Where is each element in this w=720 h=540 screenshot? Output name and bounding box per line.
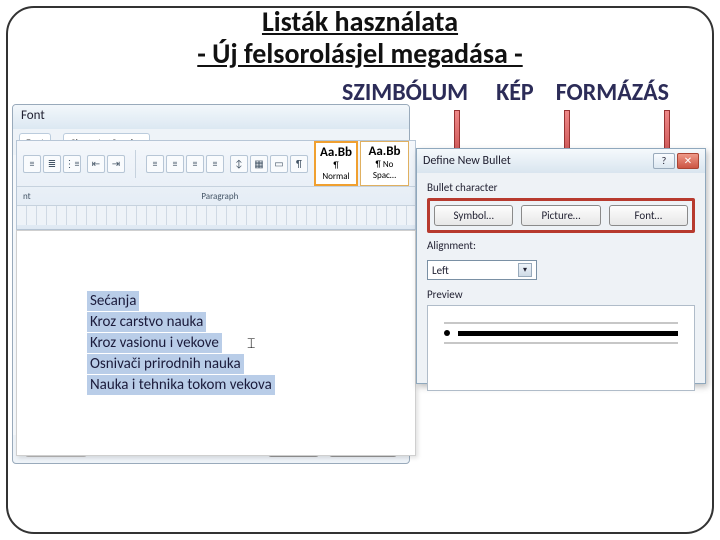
chevron-down-icon: ▾ [518, 263, 532, 277]
list-item[interactable]: Osnivači prirodnih nauka [87, 354, 244, 374]
indent-decrease-icon[interactable]: ⇤ [87, 155, 105, 173]
document-page[interactable]: Sećanja Kroz carstvo nauka Kroz vasionu … [16, 230, 416, 456]
ruler[interactable] [17, 205, 415, 225]
line-spacing-icon[interactable]: ↕ [230, 155, 248, 173]
font-dialog-title: Font [13, 105, 409, 129]
multilevel-icon[interactable]: ⋮≡ [63, 155, 81, 173]
group-paragraph-label: Paragraph [201, 191, 238, 202]
style-normal[interactable]: Aa.Bb ¶ Normal [314, 141, 358, 186]
group-font-label: nt [23, 191, 31, 202]
list-item[interactable]: Nauka i tehnika tokom vekova [87, 375, 275, 395]
label-symbol: SZIMBÓLUM [342, 78, 468, 107]
alignment-select[interactable]: Left ▾ [427, 260, 537, 280]
text-cursor-icon: ⌶ [247, 335, 255, 352]
style-no-spacing[interactable]: Aa.Bb ¶ No Spac… [360, 141, 409, 186]
align-center-icon[interactable]: ≡ [166, 155, 184, 173]
list-item[interactable]: Kroz vasionu i vekove [87, 333, 222, 353]
bullets-icon[interactable]: ≡ [23, 155, 41, 173]
bullet-character-label: Bullet character [427, 181, 695, 194]
show-marks-icon[interactable]: ¶ [290, 155, 308, 173]
indent-increase-icon[interactable]: ⇥ [107, 155, 125, 173]
dialog-title: Define New Bullet [423, 154, 511, 168]
help-icon[interactable]: ? [653, 153, 675, 169]
section-labels: SZIMBÓLUM KÉP FORMÁZÁS [342, 78, 669, 107]
alignment-label: Alignment: [427, 239, 476, 252]
numbering-icon[interactable]: ≣ [43, 155, 61, 173]
font-button[interactable]: Font… [609, 205, 688, 226]
define-new-bullet-dialog: Define New Bullet ? ✕ Bullet character S… [416, 148, 706, 384]
bullet-buttons-highlight: Symbol… Picture… Font… [427, 198, 695, 233]
symbol-button[interactable]: Symbol… [434, 205, 513, 226]
shading-icon[interactable]: ▦ [250, 155, 268, 173]
label-picture: KÉP [496, 78, 534, 107]
close-icon[interactable]: ✕ [677, 153, 699, 169]
list-item[interactable]: Kroz carstvo nauka [87, 312, 206, 332]
list-buttons: ≡ ≣ ⋮≡ [23, 155, 81, 173]
list-item[interactable]: Sećanja [87, 291, 139, 311]
label-format: FORMÁZÁS [556, 78, 669, 107]
preview-label: Preview [427, 288, 695, 301]
preview-box [427, 305, 695, 391]
align-right-icon[interactable]: ≡ [186, 155, 204, 173]
align-left-icon[interactable]: ≡ [146, 155, 164, 173]
borders-icon[interactable]: ▭ [270, 155, 288, 173]
picture-button[interactable]: Picture… [521, 205, 600, 226]
justify-icon[interactable]: ≡ [206, 155, 224, 173]
ribbon: ≡ ≣ ⋮≡ ⇤ ⇥ ≡ ≡ ≡ ≡ ↕ ▦ ▭ ¶ Aa.Bb ¶ Norma… [16, 140, 416, 230]
